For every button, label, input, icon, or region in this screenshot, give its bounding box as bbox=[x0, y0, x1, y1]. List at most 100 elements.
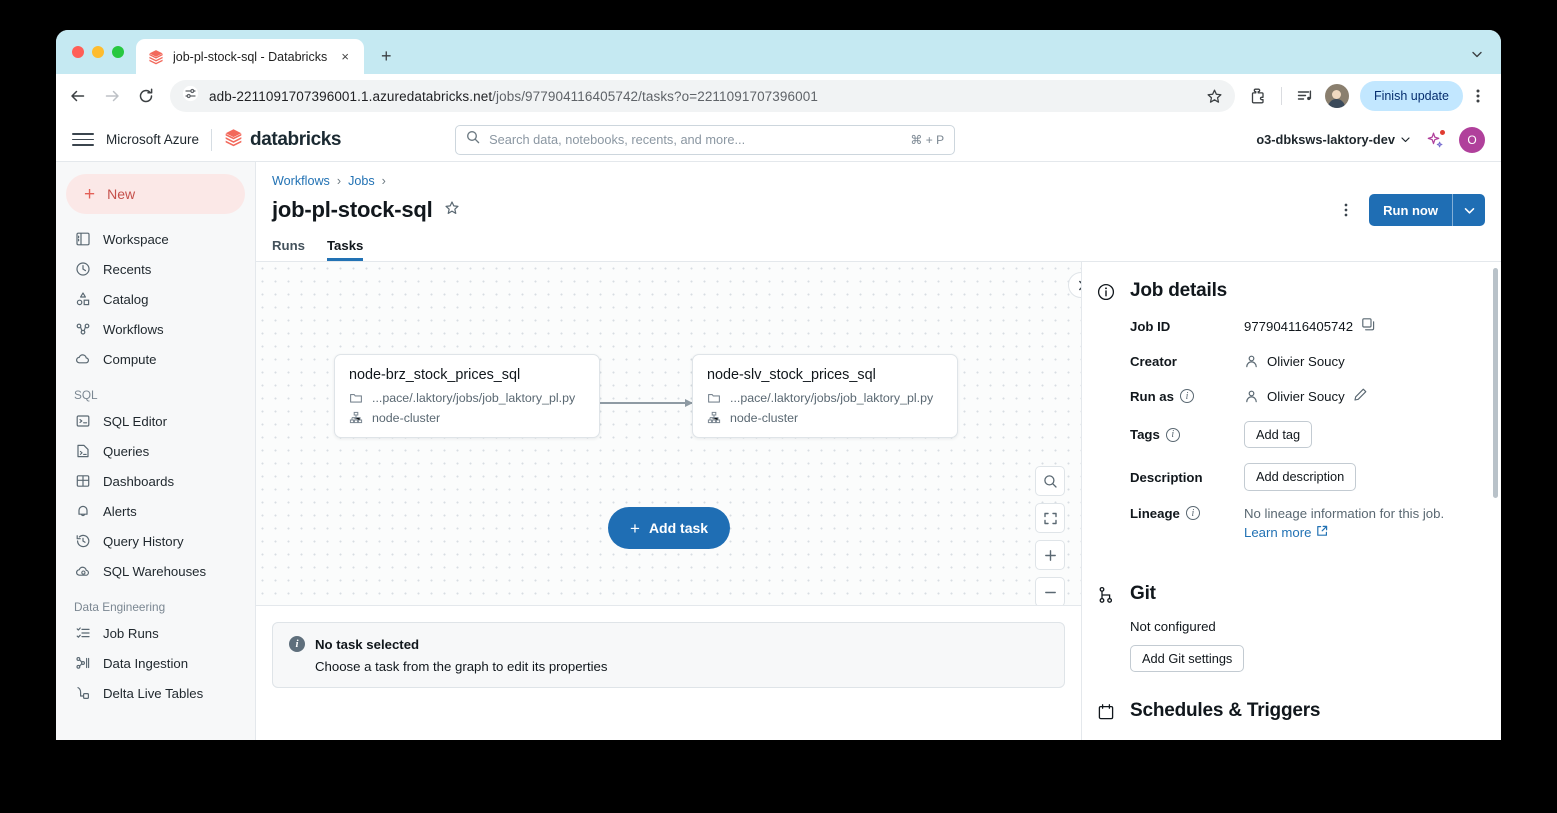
info-icon[interactable]: i bbox=[1185, 506, 1200, 521]
close-window-button[interactable] bbox=[72, 46, 84, 58]
extensions-icon[interactable] bbox=[1243, 81, 1273, 111]
finish-update-button[interactable]: Finish update bbox=[1359, 81, 1463, 111]
address-bar[interactable]: adb-2211091707396001.1.azuredatabricks.n… bbox=[170, 80, 1235, 112]
sidebar-item-sql-editor[interactable]: SQL Editor bbox=[66, 406, 245, 436]
info-icon[interactable]: i bbox=[1165, 427, 1180, 442]
page-title-row: job-pl-stock-sql Run now bbox=[272, 194, 1485, 226]
new-button[interactable]: + New bbox=[66, 174, 245, 214]
task-node[interactable]: node-slv_stock_prices_sql ...pace/.lakto… bbox=[692, 354, 958, 438]
add-task-button[interactable]: + Add task bbox=[608, 507, 731, 549]
sidebar-item-query-history[interactable]: Query History bbox=[66, 526, 245, 556]
sidebar-group-sql: SQL bbox=[74, 388, 98, 402]
browser-menu-icon[interactable] bbox=[1465, 81, 1491, 111]
cluster-icon bbox=[707, 411, 721, 425]
menu-hamburger-icon[interactable] bbox=[72, 129, 94, 151]
learn-more-link[interactable]: Learn more bbox=[1244, 525, 1328, 540]
sidebar-item-compute[interactable]: Compute bbox=[66, 344, 245, 374]
new-tab-button[interactable]: + bbox=[372, 42, 400, 70]
git-heading: Git bbox=[1130, 582, 1156, 604]
profile-avatar[interactable] bbox=[1322, 81, 1352, 111]
star-icon[interactable] bbox=[444, 200, 460, 221]
pencil-icon[interactable] bbox=[1353, 387, 1368, 405]
creator-value-group: Olivier Soucy bbox=[1244, 354, 1345, 369]
assistant-sparkle-icon[interactable] bbox=[1425, 129, 1445, 150]
global-search-input[interactable]: Search data, notebooks, recents, and mor… bbox=[455, 124, 956, 155]
breadcrumb-jobs[interactable]: Jobs bbox=[348, 174, 375, 188]
sidebar-item-workflows[interactable]: Workflows bbox=[66, 314, 245, 344]
site-settings-icon[interactable] bbox=[182, 85, 199, 107]
reload-icon[interactable] bbox=[130, 80, 162, 112]
sidebar-item-sql-warehouses[interactable]: SQL Warehouses bbox=[66, 556, 245, 586]
back-icon[interactable] bbox=[62, 80, 94, 112]
info-icon[interactable]: i bbox=[1179, 389, 1194, 403]
run-now-split-button[interactable]: Run now bbox=[1369, 194, 1485, 226]
tab-tasks[interactable]: Tasks bbox=[327, 238, 363, 261]
sidebar-item-label: Delta Live Tables bbox=[103, 685, 204, 701]
sidebar-item-job-runs[interactable]: Job Runs bbox=[66, 618, 245, 648]
tags-value-group: Add tag bbox=[1244, 421, 1313, 449]
zoom-in-icon[interactable] bbox=[1035, 540, 1065, 570]
lineage-label-text: Lineage bbox=[1130, 505, 1180, 521]
bookmark-star-icon[interactable] bbox=[1206, 88, 1223, 105]
sidebar-item-delta-live-tables[interactable]: Delta Live Tables bbox=[66, 678, 245, 708]
sidebar-item-label: Data Ingestion bbox=[103, 655, 189, 671]
cloud-icon bbox=[74, 351, 91, 368]
task-node[interactable]: node-brz_stock_prices_sql ...pace/.lakto… bbox=[334, 354, 600, 438]
chevron-down-icon[interactable] bbox=[1453, 194, 1485, 226]
copy-icon[interactable] bbox=[1361, 317, 1376, 335]
sidebar-item-queries[interactable]: Queries bbox=[66, 436, 245, 466]
add-git-settings-button[interactable]: Add Git settings bbox=[1130, 644, 1245, 673]
sidebar-item-dashboards[interactable]: Dashboards bbox=[66, 466, 245, 496]
details-scrollbar[interactable] bbox=[1493, 268, 1498, 498]
sidebar-item-recents[interactable]: Recents bbox=[66, 254, 245, 284]
add-description-button[interactable]: Add description bbox=[1244, 463, 1357, 491]
task-node-title: node-brz_stock_prices_sql bbox=[349, 367, 521, 383]
collapse-panel-button[interactable] bbox=[1068, 272, 1081, 298]
sidebar-item-catalog[interactable]: Catalog bbox=[66, 284, 245, 314]
task-node-cluster-row: node-cluster bbox=[707, 411, 943, 425]
maximize-window-button[interactable] bbox=[112, 46, 124, 58]
minimize-window-button[interactable] bbox=[92, 46, 104, 58]
sidebar-item-workspace[interactable]: Workspace bbox=[66, 224, 245, 254]
header-divider bbox=[211, 128, 213, 151]
zoom-out-icon[interactable] bbox=[1035, 577, 1065, 605]
fit-screen-icon[interactable] bbox=[1035, 503, 1065, 533]
creator-value: Olivier Soucy bbox=[1267, 353, 1345, 369]
add-tag-button[interactable]: Add tag bbox=[1244, 421, 1313, 449]
run-as-label: Run as i bbox=[1130, 389, 1244, 404]
sidebar-item-alerts[interactable]: Alerts bbox=[66, 496, 245, 526]
media-playlist-icon[interactable] bbox=[1290, 81, 1320, 111]
forward-icon[interactable] bbox=[96, 80, 128, 112]
job-details-panel: Job details Job ID 977904116405742 Creat… bbox=[1081, 262, 1501, 740]
app-header-right: o3-dbksws-laktory-dev O bbox=[1256, 126, 1485, 153]
breadcrumb-workflows[interactable]: Workflows bbox=[272, 174, 330, 188]
job-details-section: Job details Job ID 977904116405742 Creat… bbox=[1082, 280, 1501, 555]
close-tab-button[interactable]: × bbox=[336, 48, 354, 66]
sidebar-item-label: Query History bbox=[103, 533, 184, 549]
sidebar-item-data-ingestion[interactable]: Data Ingestion bbox=[66, 648, 245, 678]
workspace-switcher[interactable]: o3-dbksws-laktory-dev bbox=[1256, 132, 1411, 147]
more-vertical-icon[interactable] bbox=[1333, 197, 1359, 223]
content-split: node-brz_stock_prices_sql ...pace/.lakto… bbox=[256, 262, 1501, 740]
tags-label-text: Tags bbox=[1130, 427, 1160, 443]
external-link-icon bbox=[1316, 525, 1328, 540]
plus-icon: + bbox=[630, 518, 640, 538]
task-node-path: ...pace/.laktory/jobs/job_laktory_pl.py bbox=[372, 391, 576, 405]
browser-tab-title: job-pl-stock-sql - Databricks bbox=[173, 49, 328, 64]
no-task-subtitle: Choose a task from the graph to edit its… bbox=[315, 659, 608, 674]
run-now-button[interactable]: Run now bbox=[1369, 194, 1452, 226]
search-icon[interactable] bbox=[1035, 466, 1065, 496]
databricks-brand[interactable]: databricks bbox=[224, 128, 341, 152]
browser-tab[interactable]: job-pl-stock-sql - Databricks × bbox=[136, 39, 365, 74]
task-graph-canvas[interactable]: node-brz_stock_prices_sql ...pace/.lakto… bbox=[256, 262, 1081, 606]
assistant-notification-dot bbox=[1440, 129, 1445, 135]
tab-list-chevron-icon[interactable] bbox=[1463, 40, 1491, 68]
azure-label: Microsoft Azure bbox=[106, 132, 200, 147]
tags-label: Tags i bbox=[1130, 427, 1244, 442]
lineage-row: Lineage i No lineage information for thi… bbox=[1130, 506, 1483, 540]
tab-runs[interactable]: Runs bbox=[272, 238, 305, 261]
task-node-path-row: ...pace/.laktory/jobs/job_laktory_pl.py bbox=[349, 391, 585, 405]
user-avatar[interactable]: O bbox=[1459, 126, 1485, 153]
